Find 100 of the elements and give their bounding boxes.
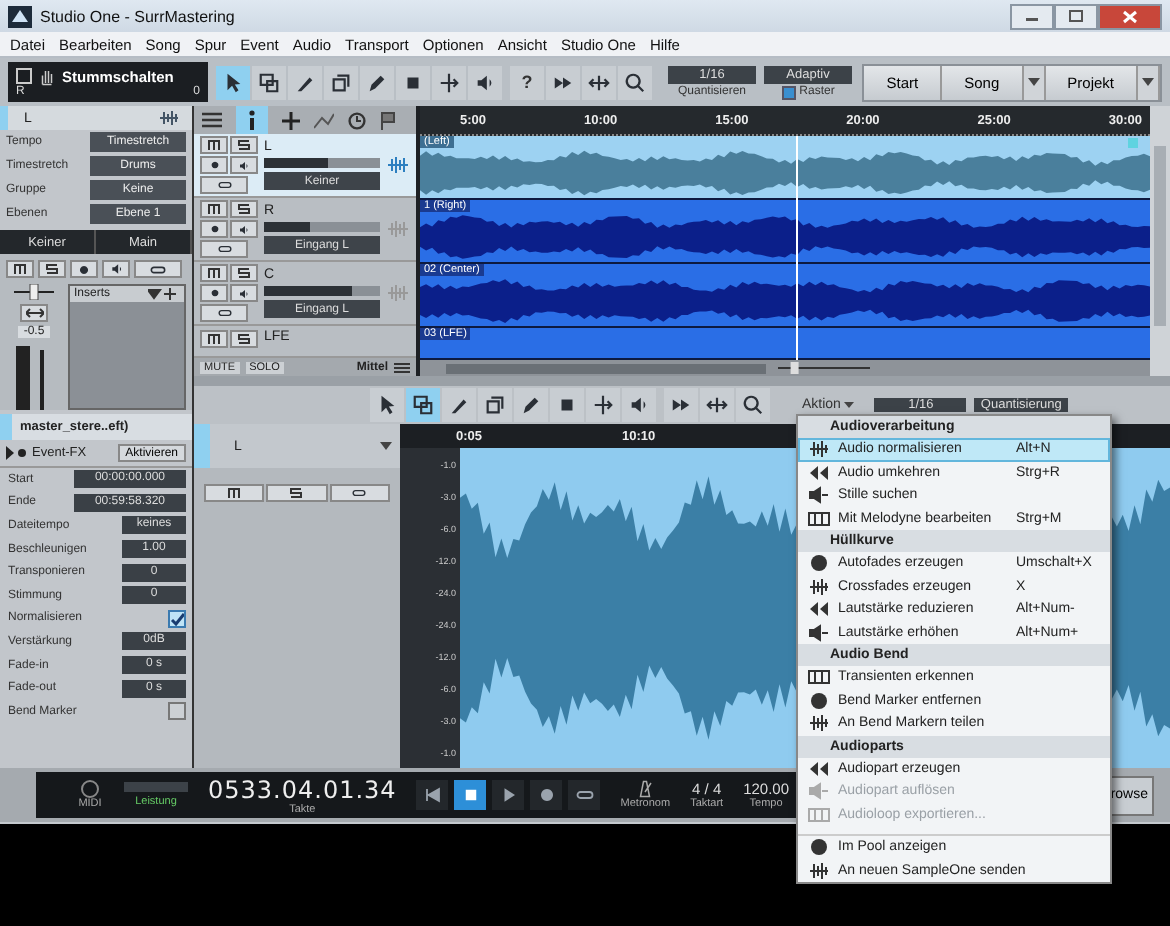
input-button[interactable] <box>200 176 248 194</box>
view-menu-button[interactable] <box>1023 65 1046 99</box>
monitor-button[interactable] <box>230 156 258 174</box>
input-button[interactable] <box>329 484 390 502</box>
metronome-icon[interactable] <box>636 780 655 798</box>
transport-button[interactable] <box>568 780 601 810</box>
link-button[interactable] <box>20 304 48 322</box>
arrow-icon <box>222 71 244 93</box>
loop-icon <box>217 242 231 256</box>
stretch-icon <box>588 71 610 93</box>
help-button[interactable]: ? <box>510 65 544 99</box>
solo-button[interactable] <box>230 330 258 348</box>
list-icon[interactable] <box>202 112 222 128</box>
tool-button[interactable] <box>618 65 652 99</box>
snap-checkbox[interactable] <box>781 85 796 99</box>
pencil-icon <box>520 394 542 416</box>
monitor-button[interactable] <box>102 260 130 278</box>
solo-button[interactable] <box>266 484 328 502</box>
mute-icon <box>228 488 241 498</box>
volume-slider[interactable] <box>264 158 380 168</box>
mute-icon <box>14 264 26 274</box>
speaker-icon <box>628 394 650 416</box>
minimize-button[interactable] <box>1010 3 1054 29</box>
tool-button[interactable] <box>546 65 580 99</box>
tool-button[interactable] <box>514 388 548 422</box>
mute-icon <box>208 268 220 278</box>
tool-button[interactable] <box>468 65 502 99</box>
marker-icon <box>1128 138 1138 148</box>
add-icon[interactable] <box>282 111 300 129</box>
tool-button[interactable] <box>664 388 698 422</box>
stretch-icon <box>706 394 728 416</box>
mute-button[interactable] <box>200 330 228 348</box>
clock-icon[interactable] <box>348 111 366 129</box>
menu-icon[interactable] <box>394 361 410 373</box>
tool-button[interactable] <box>622 388 656 422</box>
volume-slider[interactable] <box>264 222 380 232</box>
input-button[interactable] <box>200 240 248 258</box>
close-button[interactable] <box>1098 3 1162 29</box>
tool-button[interactable] <box>700 388 734 422</box>
solo-icon <box>290 488 303 498</box>
position-display: 0533.04.01.34 <box>208 775 397 803</box>
input-button[interactable] <box>134 260 182 278</box>
vertical-scrollbar[interactable] <box>1150 106 1170 376</box>
horizontal-scrollbar[interactable] <box>420 360 1150 376</box>
checkbox[interactable] <box>168 702 186 721</box>
tool-button[interactable] <box>586 388 620 422</box>
play-icon <box>499 786 518 804</box>
volume-slider[interactable] <box>264 286 380 296</box>
solo-button[interactable] <box>38 260 66 278</box>
maximize-button[interactable] <box>1054 3 1098 29</box>
tool-button[interactable] <box>442 388 476 422</box>
speaker-icon <box>808 782 830 801</box>
record-button[interactable] <box>200 284 228 302</box>
view-menu-button[interactable] <box>1138 65 1160 99</box>
monitor-button[interactable] <box>230 284 258 302</box>
mute-button[interactable] <box>200 200 228 218</box>
maximize-icon <box>1068 10 1084 22</box>
tool-button[interactable] <box>736 388 770 422</box>
waveform-icon <box>158 110 180 126</box>
transport-button[interactable] <box>454 780 487 810</box>
mute-icon <box>208 140 220 150</box>
tool-button[interactable] <box>432 65 466 99</box>
tool-button[interactable] <box>396 65 430 99</box>
solo-button[interactable] <box>230 264 258 282</box>
automation-icon[interactable] <box>314 111 334 129</box>
speaker-icon <box>808 623 830 642</box>
waveform-icon <box>386 220 410 238</box>
caret-icon <box>844 402 855 408</box>
transport-button[interactable] <box>492 780 525 810</box>
midi-icon <box>76 780 104 798</box>
record-button[interactable] <box>200 156 228 174</box>
monitor-button[interactable] <box>230 220 258 238</box>
checkbox[interactable] <box>168 609 186 628</box>
arrows-icon <box>808 463 830 482</box>
flag-icon[interactable] <box>380 111 396 129</box>
pan-slider[interactable] <box>12 284 56 300</box>
solo-button[interactable] <box>230 200 258 218</box>
zoom-slider[interactable] <box>774 362 874 374</box>
solo-button[interactable] <box>230 136 258 154</box>
mute-button[interactable] <box>200 136 228 154</box>
tool-button[interactable] <box>216 65 250 99</box>
record-button[interactable] <box>200 220 228 238</box>
record-button[interactable] <box>70 260 98 278</box>
mute-button[interactable] <box>204 484 265 502</box>
input-button[interactable] <box>200 304 248 322</box>
transport-button[interactable] <box>530 780 563 810</box>
tool-button[interactable] <box>360 65 394 99</box>
tool-button[interactable] <box>582 65 616 99</box>
tool-button[interactable] <box>288 65 322 99</box>
tool-button[interactable] <box>406 388 440 422</box>
mute-button[interactable] <box>6 260 34 278</box>
tool-button[interactable] <box>550 388 584 422</box>
tool-button[interactable] <box>324 65 358 99</box>
link-icon <box>25 308 43 318</box>
tool-button[interactable] <box>370 388 404 422</box>
inspector-toggle[interactable] <box>236 106 268 134</box>
tool-button[interactable] <box>478 388 512 422</box>
transport-button[interactable] <box>416 780 449 810</box>
tool-button[interactable] <box>252 65 286 99</box>
mute-button[interactable] <box>200 264 228 282</box>
